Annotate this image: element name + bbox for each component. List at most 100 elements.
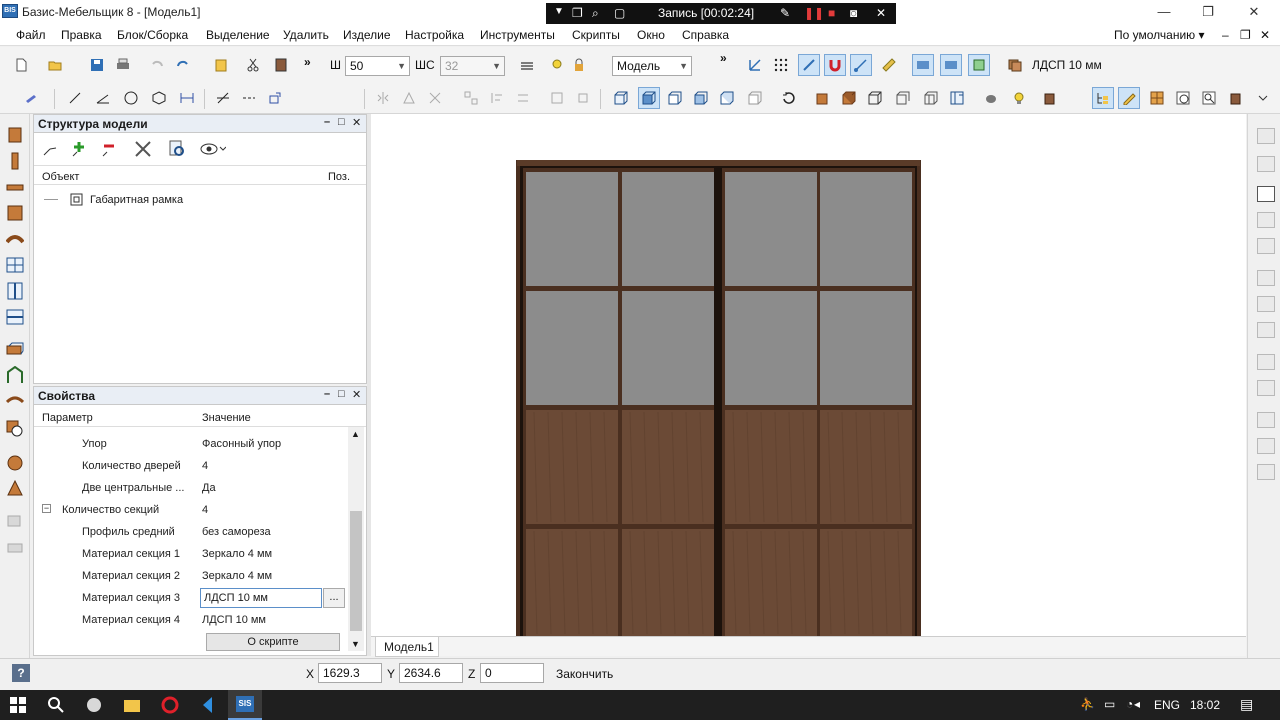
view-top-button[interactable] [716, 87, 738, 109]
prop-row[interactable]: Материал секция 3 ЛДСП 10 мм ... [34, 587, 346, 609]
transform-tool-button[interactable] [264, 87, 286, 109]
language-indicator[interactable]: ENG [1154, 698, 1180, 712]
snap-edge-button[interactable] [798, 54, 820, 76]
y-coordinate-input[interactable]: 2634.6 [399, 663, 463, 683]
recorder-stop-icon[interactable]: ■ [828, 6, 835, 20]
tools-icon[interactable] [134, 140, 152, 158]
step-input[interactable]: 32 ▼ [440, 56, 505, 76]
clock-view-button[interactable] [1172, 87, 1194, 109]
mdi-minimize-button[interactable]: – [1222, 28, 1229, 42]
remove-item-icon[interactable] [100, 140, 118, 158]
curved-panel-icon[interactable] [6, 230, 24, 248]
panel-horizontal-icon[interactable] [6, 178, 24, 196]
edge-band-icon[interactable] [6, 392, 24, 410]
material-input[interactable]: ЛДСП 10 мм [200, 588, 322, 608]
windows-start-icon[interactable] [8, 695, 28, 715]
menu-edit[interactable]: Правка [61, 28, 102, 42]
edit-line-icon[interactable] [42, 142, 58, 158]
view-tool-3-button[interactable] [968, 54, 990, 76]
line-tool-button[interactable] [64, 87, 86, 109]
taskbar-app-basis[interactable]: SIS [228, 690, 262, 720]
tray-wifi-icon[interactable]: ◔ [1126, 697, 1133, 711]
save-button[interactable] [86, 54, 108, 76]
cabinet-button[interactable] [270, 54, 292, 76]
tab-model1[interactable]: Модель1 [375, 637, 439, 657]
recorder-pen-icon[interactable]: ✎ [780, 6, 790, 20]
prop-row[interactable]: Количество дверей 4 [34, 455, 346, 477]
section-view-button[interactable] [920, 87, 942, 109]
snap-line-button[interactable] [850, 54, 872, 76]
properties-scrollbar[interactable]: ▲ ▼ [348, 427, 364, 651]
menu-selection[interactable]: Выделение [206, 28, 270, 42]
menu-product[interactable]: Изделие [343, 28, 391, 42]
view-iso-button[interactable] [744, 87, 766, 109]
menu-delete[interactable]: Удалить [283, 28, 329, 42]
right-tool-10-icon[interactable] [1257, 380, 1275, 396]
collapse-icon[interactable]: − [42, 504, 51, 513]
view-tool-1-button[interactable] [912, 54, 934, 76]
right-tool-5-icon[interactable] [1257, 238, 1275, 254]
fastener-icon[interactable] [6, 420, 24, 438]
more-tools-icon[interactable]: » [304, 55, 311, 69]
restore-button[interactable]: ❐ [1186, 0, 1230, 24]
more-tools-2-icon[interactable]: » [720, 51, 727, 65]
tray-battery-icon[interactable]: ▭ [1104, 697, 1115, 711]
right-tool-13-icon[interactable] [1257, 464, 1275, 480]
visibility-icon[interactable] [200, 140, 226, 158]
mdi-restore-button[interactable]: ❐ [1240, 28, 1251, 42]
help-icon[interactable]: ? [12, 664, 30, 682]
clock[interactable]: 18:02 [1190, 698, 1220, 712]
prop-row[interactable]: Две центральные ... Да [34, 477, 346, 499]
panel-close-icon[interactable]: ✕ [352, 116, 361, 129]
solid-shade-button[interactable] [812, 87, 834, 109]
dimension-tool-button[interactable] [176, 87, 198, 109]
horizontal-divider-icon[interactable] [6, 308, 24, 326]
right-tool-7-icon[interactable] [1257, 296, 1275, 312]
cone-icon[interactable] [6, 480, 24, 498]
menu-file[interactable]: Файл [16, 28, 46, 42]
right-tool-2-icon[interactable] [1257, 156, 1275, 172]
search-icon[interactable] [46, 695, 66, 715]
disabled-tool-1-icon[interactable] [6, 512, 24, 530]
vertical-divider-icon[interactable] [6, 282, 24, 300]
array-button[interactable] [460, 87, 482, 109]
panels-view-button[interactable] [946, 87, 968, 109]
minimize-button[interactable]: — [1142, 0, 1186, 24]
layers-button[interactable] [516, 54, 538, 76]
properties-view-button[interactable] [1118, 87, 1140, 109]
print-button[interactable] [112, 54, 134, 76]
panel-minimize-icon[interactable]: – [324, 388, 330, 400]
panel-minimize-icon[interactable]: – [324, 116, 330, 128]
panel-maximize-icon[interactable]: □ [338, 388, 345, 400]
vscode-icon[interactable] [198, 695, 218, 715]
about-script-button[interactable]: О скрипте [206, 633, 340, 651]
right-tool-12-icon[interactable] [1257, 438, 1275, 454]
view-tool-2-button[interactable] [940, 54, 962, 76]
cut-button[interactable] [242, 54, 264, 76]
prop-row[interactable]: Упор Фасонный упор [34, 433, 346, 455]
zoom-view-button[interactable] [1198, 87, 1220, 109]
materials-view-button[interactable] [1146, 87, 1168, 109]
browse-button[interactable]: ... [323, 588, 345, 608]
panel-close-icon[interactable]: ✕ [352, 388, 361, 401]
profile-icon[interactable] [6, 366, 24, 384]
tree-view-button[interactable] [1092, 87, 1114, 109]
recorder-zoom-icon[interactable]: ⌕ [592, 6, 599, 21]
right-tool-3-icon[interactable] [1257, 186, 1275, 202]
library-view-button[interactable] [1226, 87, 1248, 109]
opera-icon[interactable] [160, 695, 180, 715]
distribute-button[interactable] [512, 87, 534, 109]
menu-window[interactable]: Окно [637, 28, 665, 42]
tree-item[interactable]: Габаритная рамка [44, 191, 244, 209]
view-3d-button[interactable] [638, 87, 660, 109]
current-material[interactable]: ЛДСП 10 мм [1032, 58, 1102, 72]
x-coordinate-input[interactable]: 1629.3 [318, 663, 382, 683]
grid-snap-button[interactable] [770, 54, 792, 76]
polygon-tool-button[interactable] [148, 87, 170, 109]
recorder-region-icon[interactable]: ▢ [614, 6, 625, 20]
right-tool-8-icon[interactable] [1257, 322, 1275, 338]
right-tool-4-icon[interactable] [1257, 212, 1275, 228]
wireframe-button[interactable] [864, 87, 886, 109]
circle-tool-button[interactable] [120, 87, 142, 109]
tray-volume-icon[interactable]: ◂ [1134, 697, 1140, 711]
